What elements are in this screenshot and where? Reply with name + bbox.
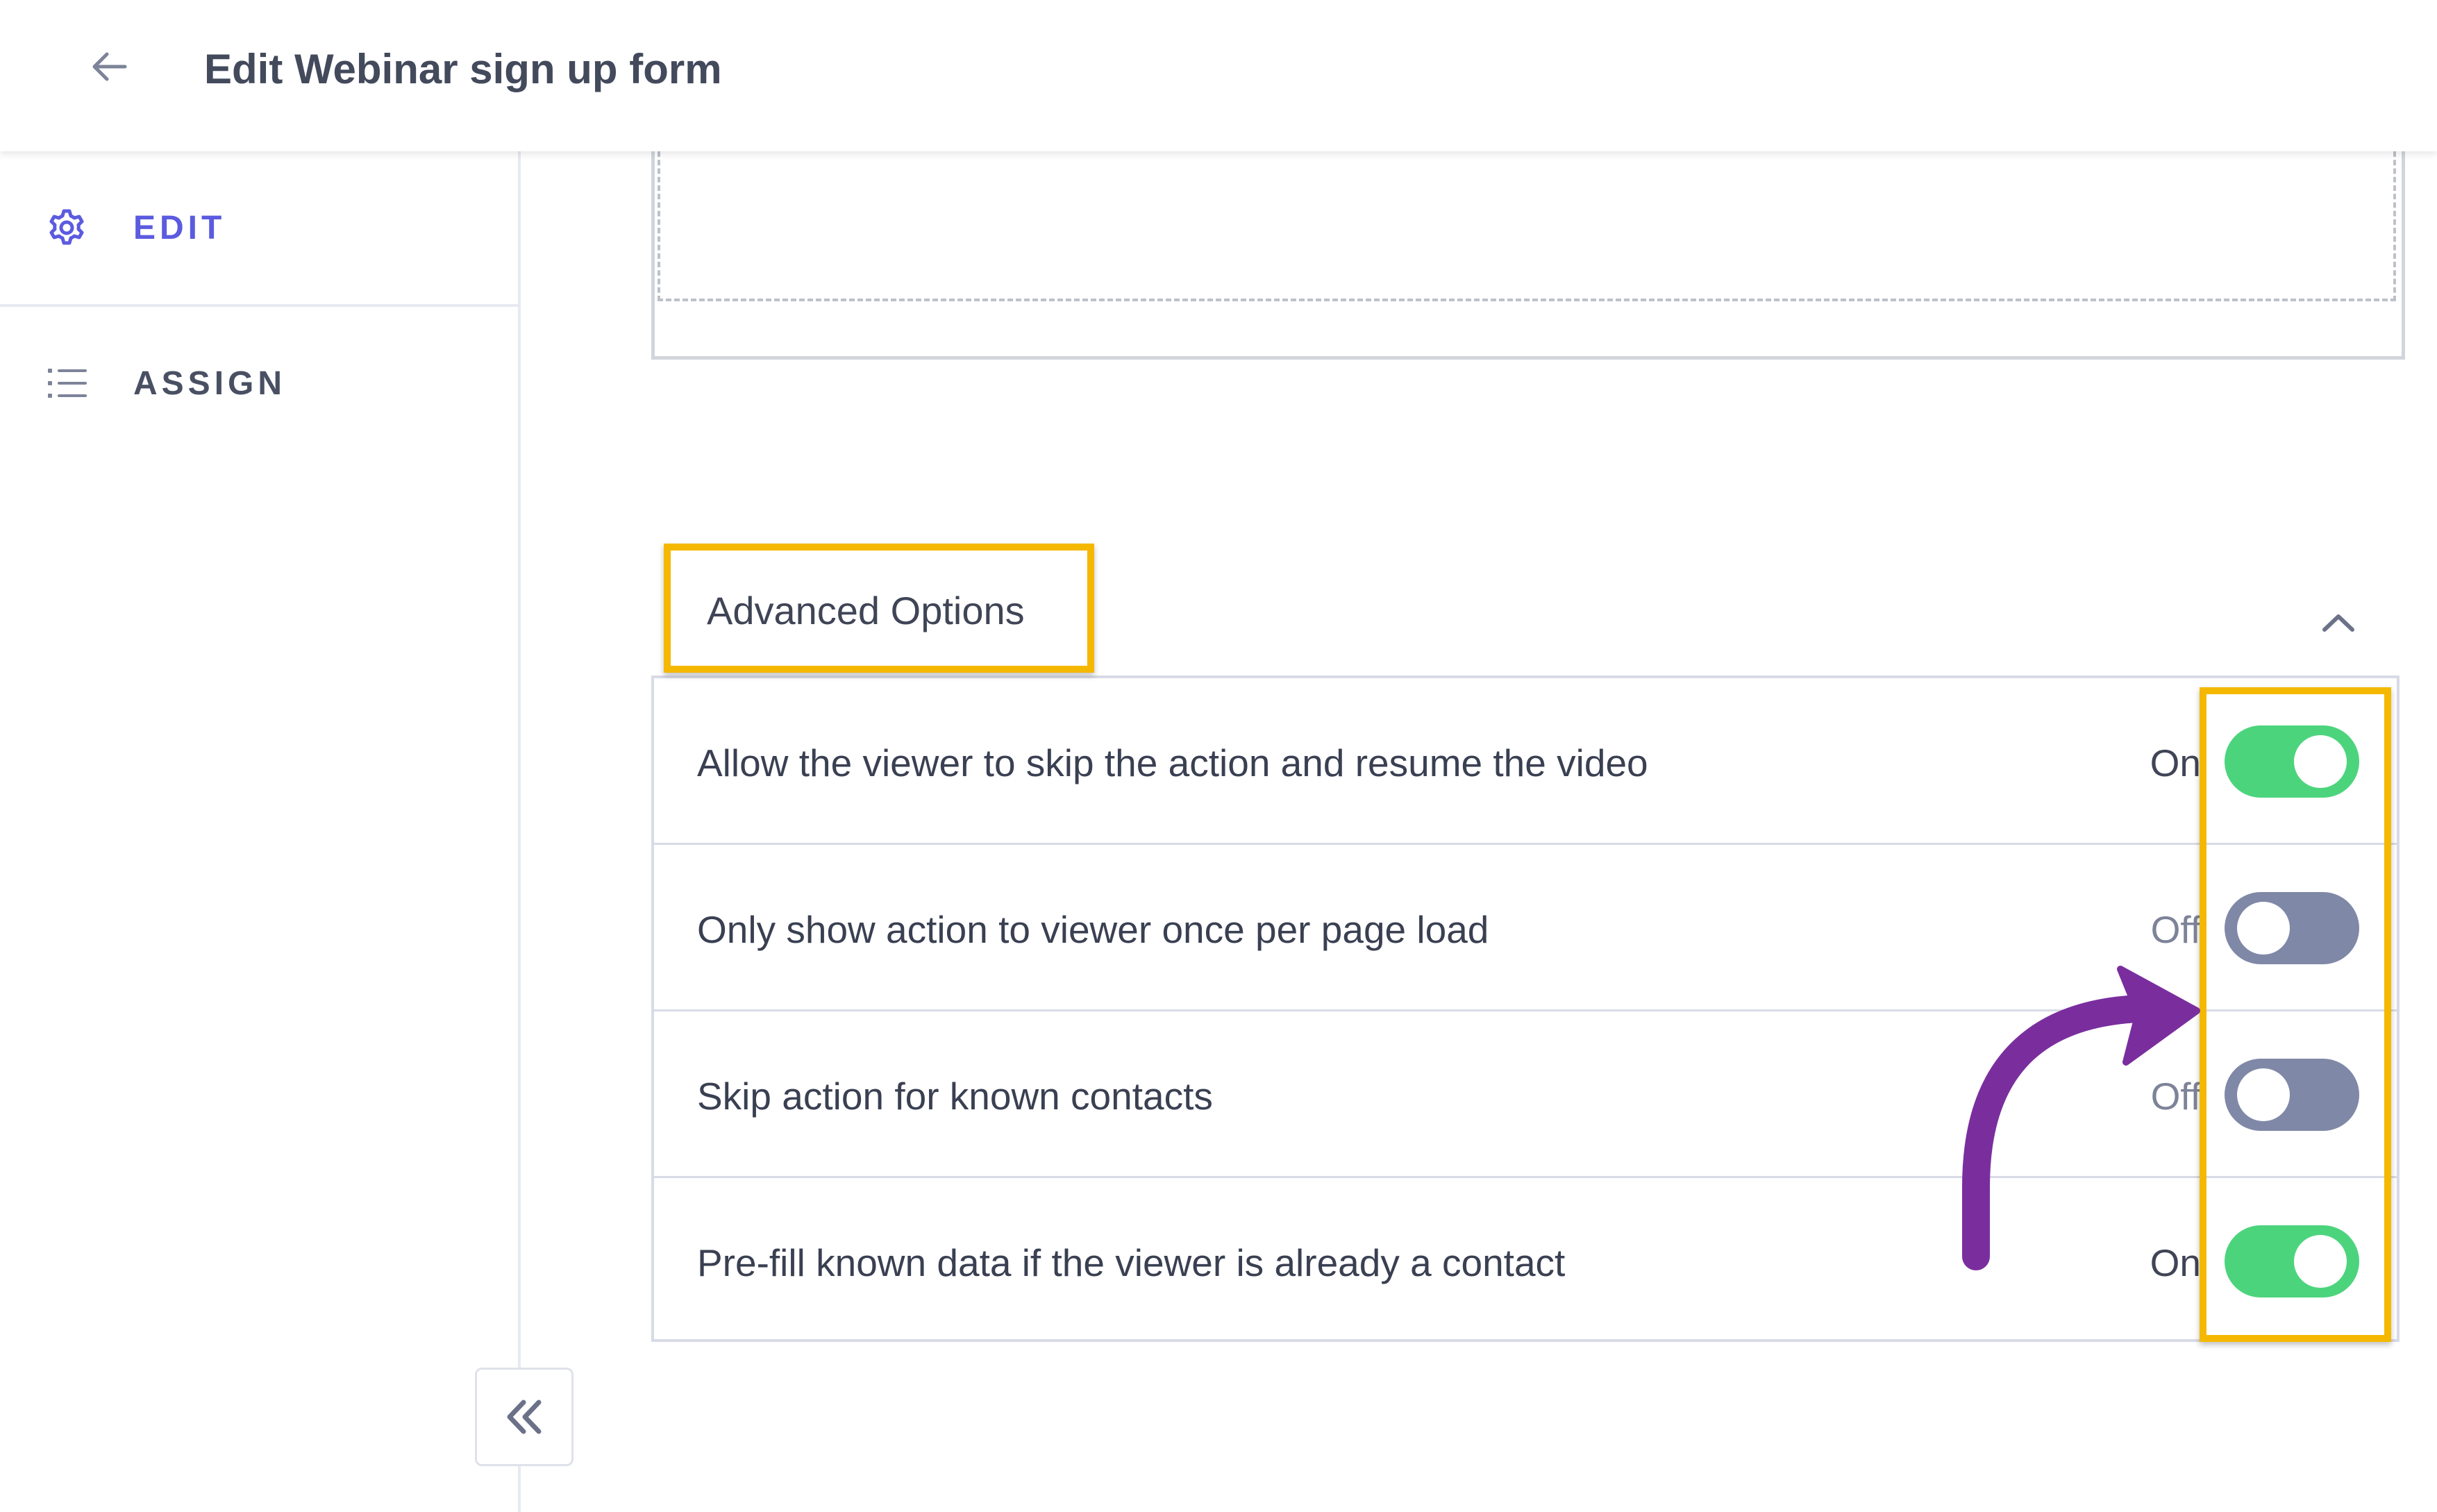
sidebar-item-edit[interactable]: EDIT [0,151,518,307]
sidebar-item-label: EDIT [133,209,226,246]
option-label: Pre-fill known data if the viewer is alr… [697,1241,1566,1284]
toggle-skip-known-contacts[interactable] [2225,1059,2359,1131]
option-label: Skip action for known contacts [697,1075,1213,1118]
toggle-knob [2294,1235,2347,1288]
double-chevron-left-icon [507,1400,542,1434]
sidebar-item-label: ASSIGN [133,364,287,402]
option-row-skip-action: Allow the viewer to skip the action and … [654,678,2397,845]
option-label: Allow the viewer to skip the action and … [697,741,1648,784]
advanced-options-list: Allow the viewer to skip the action and … [651,675,2400,1342]
option-state: On [2150,741,2201,784]
option-state: Off [2150,1075,2201,1118]
arrow-left-icon [92,52,127,81]
toggle-knob [2294,735,2347,788]
option-row-prefill: Pre-fill known data if the viewer is alr… [654,1178,2397,1345]
page-title: Edit Webinar sign up form [204,46,722,92]
option-state: Off [2150,908,2201,951]
top-bar: Edit Webinar sign up form [0,0,2437,151]
chevron-up-icon[interactable] [2318,602,2359,644]
advanced-options-title[interactable]: Advanced Options [707,587,1025,635]
sidebar: EDIT ASSIGN [0,151,521,1512]
option-row-show-once: Only show action to viewer once per page… [654,845,2397,1011]
sidebar-item-assign[interactable]: ASSIGN [0,307,518,460]
option-row-skip-known-contacts: Skip action for known contacts Off [654,1011,2397,1178]
toggle-show-once[interactable] [2225,892,2359,964]
toggle-skip-action[interactable] [2225,725,2359,798]
form-drop-zone [658,151,2396,301]
toggle-prefill[interactable] [2225,1225,2359,1297]
list-icon [46,362,87,404]
form-preview-frame [651,151,2405,360]
option-state: On [2150,1241,2201,1284]
gear-icon [46,207,87,249]
advanced-options-header[interactable]: Advanced Options [651,545,2400,677]
back-button[interactable] [83,40,136,93]
collapse-sidebar-button[interactable] [475,1368,573,1466]
toggle-knob [2237,902,2290,955]
option-label: Only show action to viewer once per page… [697,908,1489,951]
toggle-knob [2237,1068,2290,1121]
